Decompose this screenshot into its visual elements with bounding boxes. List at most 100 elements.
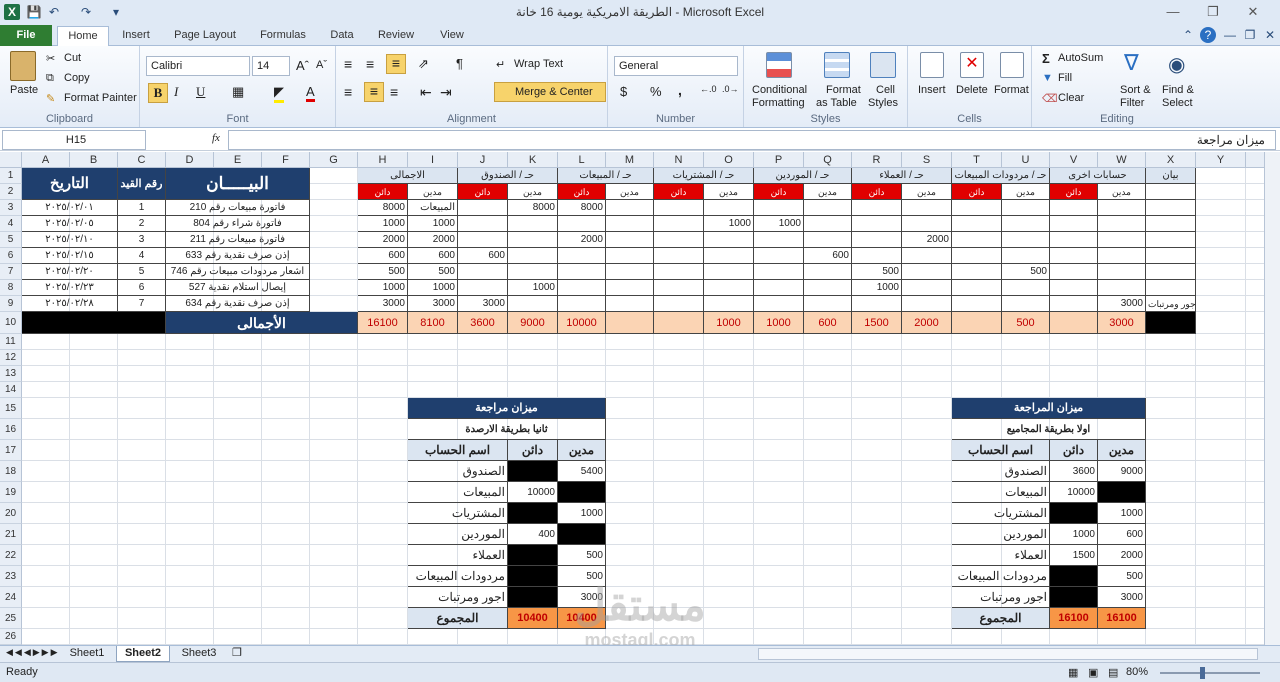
grid-cell[interactable] [1196,264,1246,280]
grid-cell[interactable] [310,566,358,587]
tb-credit[interactable]: 3600 [1050,461,1098,482]
row-header[interactable]: 14 [0,382,22,398]
grid-cell[interactable] [358,482,408,503]
grid-cell[interactable] [1050,629,1098,645]
grid-cell[interactable] [654,382,704,398]
column-header[interactable]: L [558,152,606,168]
format-as-table-icon[interactable] [824,52,850,78]
vertical-scrollbar[interactable] [1264,152,1280,645]
journal-amount[interactable] [704,248,754,264]
grid-cell[interactable] [654,350,704,366]
grid-cell[interactable] [704,545,754,566]
cut-icon[interactable]: ✂ [46,52,55,65]
grid-cell[interactable] [118,398,166,419]
italic-button[interactable]: I [174,84,178,100]
grid-cell[interactable] [1050,334,1098,350]
conditional-formatting-button[interactable]: Conditional [752,84,807,96]
insert-sheet-icon[interactable]: ❐ [232,646,242,659]
tb-account-name[interactable]: المبيعات [408,482,508,503]
grid-cell[interactable] [166,482,214,503]
grid-cell[interactable] [262,524,310,545]
grid-cell[interactable] [22,566,70,587]
total-amount[interactable]: 2000 [902,312,952,334]
credit-label[interactable]: دائن [754,184,804,200]
grid-cell[interactable] [310,296,358,312]
grid-cell[interactable] [310,334,358,350]
font-color-icon[interactable]: A [306,84,315,102]
cut-button[interactable]: Cut [64,52,81,64]
tb-name-header[interactable]: اسم الحساب [408,440,508,461]
journal-amount[interactable]: 600 [408,248,458,264]
grid-cell[interactable] [262,350,310,366]
grid-cell[interactable] [310,419,358,440]
sheet-tab-3[interactable]: Sheet3 [174,646,224,662]
grid-cell[interactable] [1146,366,1196,382]
row-header[interactable]: 16 [0,419,22,440]
grid-cell[interactable] [70,366,118,382]
column-header[interactable]: W [1098,152,1146,168]
row-header[interactable]: 3 [0,200,22,216]
row-header[interactable]: 10 [0,312,22,334]
grid-cell[interactable] [358,366,408,382]
grid-cell[interactable] [804,482,852,503]
journal-amount[interactable] [804,264,852,280]
grid-cell[interactable] [214,482,262,503]
account-header[interactable]: حـ / الموردين [754,168,852,184]
debit-label[interactable]: مدين [408,184,458,200]
journal-amount[interactable]: 1000 [358,280,408,296]
grid-cell[interactable] [118,629,166,645]
tb-credit[interactable] [1050,566,1098,587]
journal-amount[interactable]: 1000 [408,216,458,232]
journal-amount[interactable] [1002,216,1050,232]
select-all-corner[interactable] [0,152,22,168]
journal-amount[interactable] [754,264,804,280]
journal-amount[interactable] [952,264,1002,280]
grid-cell[interactable] [654,545,704,566]
tb-total-label[interactable]: المجموع [952,608,1050,629]
grid-cell[interactable] [1146,440,1196,461]
journal-amount[interactable] [1050,200,1098,216]
grid-cell[interactable] [804,350,852,366]
tb-debit[interactable] [558,524,606,545]
journal-amount[interactable] [606,264,654,280]
journal-description[interactable]: فاتورة مبيعات رقم 210 [166,200,310,216]
grid-cell[interactable] [358,566,408,587]
journal-amount[interactable] [852,296,902,312]
debit-label[interactable]: مدين [804,184,852,200]
grid-cell[interactable] [214,382,262,398]
grid-cell[interactable] [70,334,118,350]
grid-cell[interactable] [606,366,654,382]
grid-cell[interactable] [1196,296,1246,312]
align-middle-icon[interactable]: ≡ [366,56,374,72]
comma-button[interactable]: , [678,82,682,98]
row-header[interactable]: 9 [0,296,22,312]
grid-cell[interactable] [952,366,1002,382]
grid-cell[interactable] [804,419,852,440]
column-header[interactable]: P [754,152,804,168]
grid-cell[interactable] [70,382,118,398]
grid-cell[interactable] [1146,608,1196,629]
journal-date[interactable]: ٢٠٢٥/٠٢/٢٣ [22,280,118,296]
grid-cell[interactable] [704,524,754,545]
grid-cell[interactable] [358,608,408,629]
journal-statement[interactable] [1146,232,1196,248]
format-painter-icon[interactable]: ✎ [46,92,55,105]
journal-statement[interactable] [1146,264,1196,280]
tb-account-name[interactable]: العملاء [408,545,508,566]
tb-debit[interactable]: 500 [1098,566,1146,587]
grid-cell[interactable] [22,587,70,608]
journal-amount[interactable] [1050,232,1098,248]
grid-cell[interactable] [22,440,70,461]
journal-description[interactable]: إذن صرف نقدية رقم 634 [166,296,310,312]
grid-cell[interactable] [70,629,118,645]
grid-cell[interactable] [508,350,558,366]
journal-amount[interactable] [804,216,852,232]
copy-button[interactable]: Copy [64,72,90,84]
tb-debit[interactable]: 9000 [1098,461,1146,482]
grid-cell[interactable] [1196,608,1246,629]
journal-entry-no[interactable]: 4 [118,248,166,264]
grid-cell[interactable] [754,503,804,524]
grid-cell[interactable] [1196,312,1246,334]
grid-cell[interactable] [852,482,902,503]
grid-cell[interactable] [118,482,166,503]
